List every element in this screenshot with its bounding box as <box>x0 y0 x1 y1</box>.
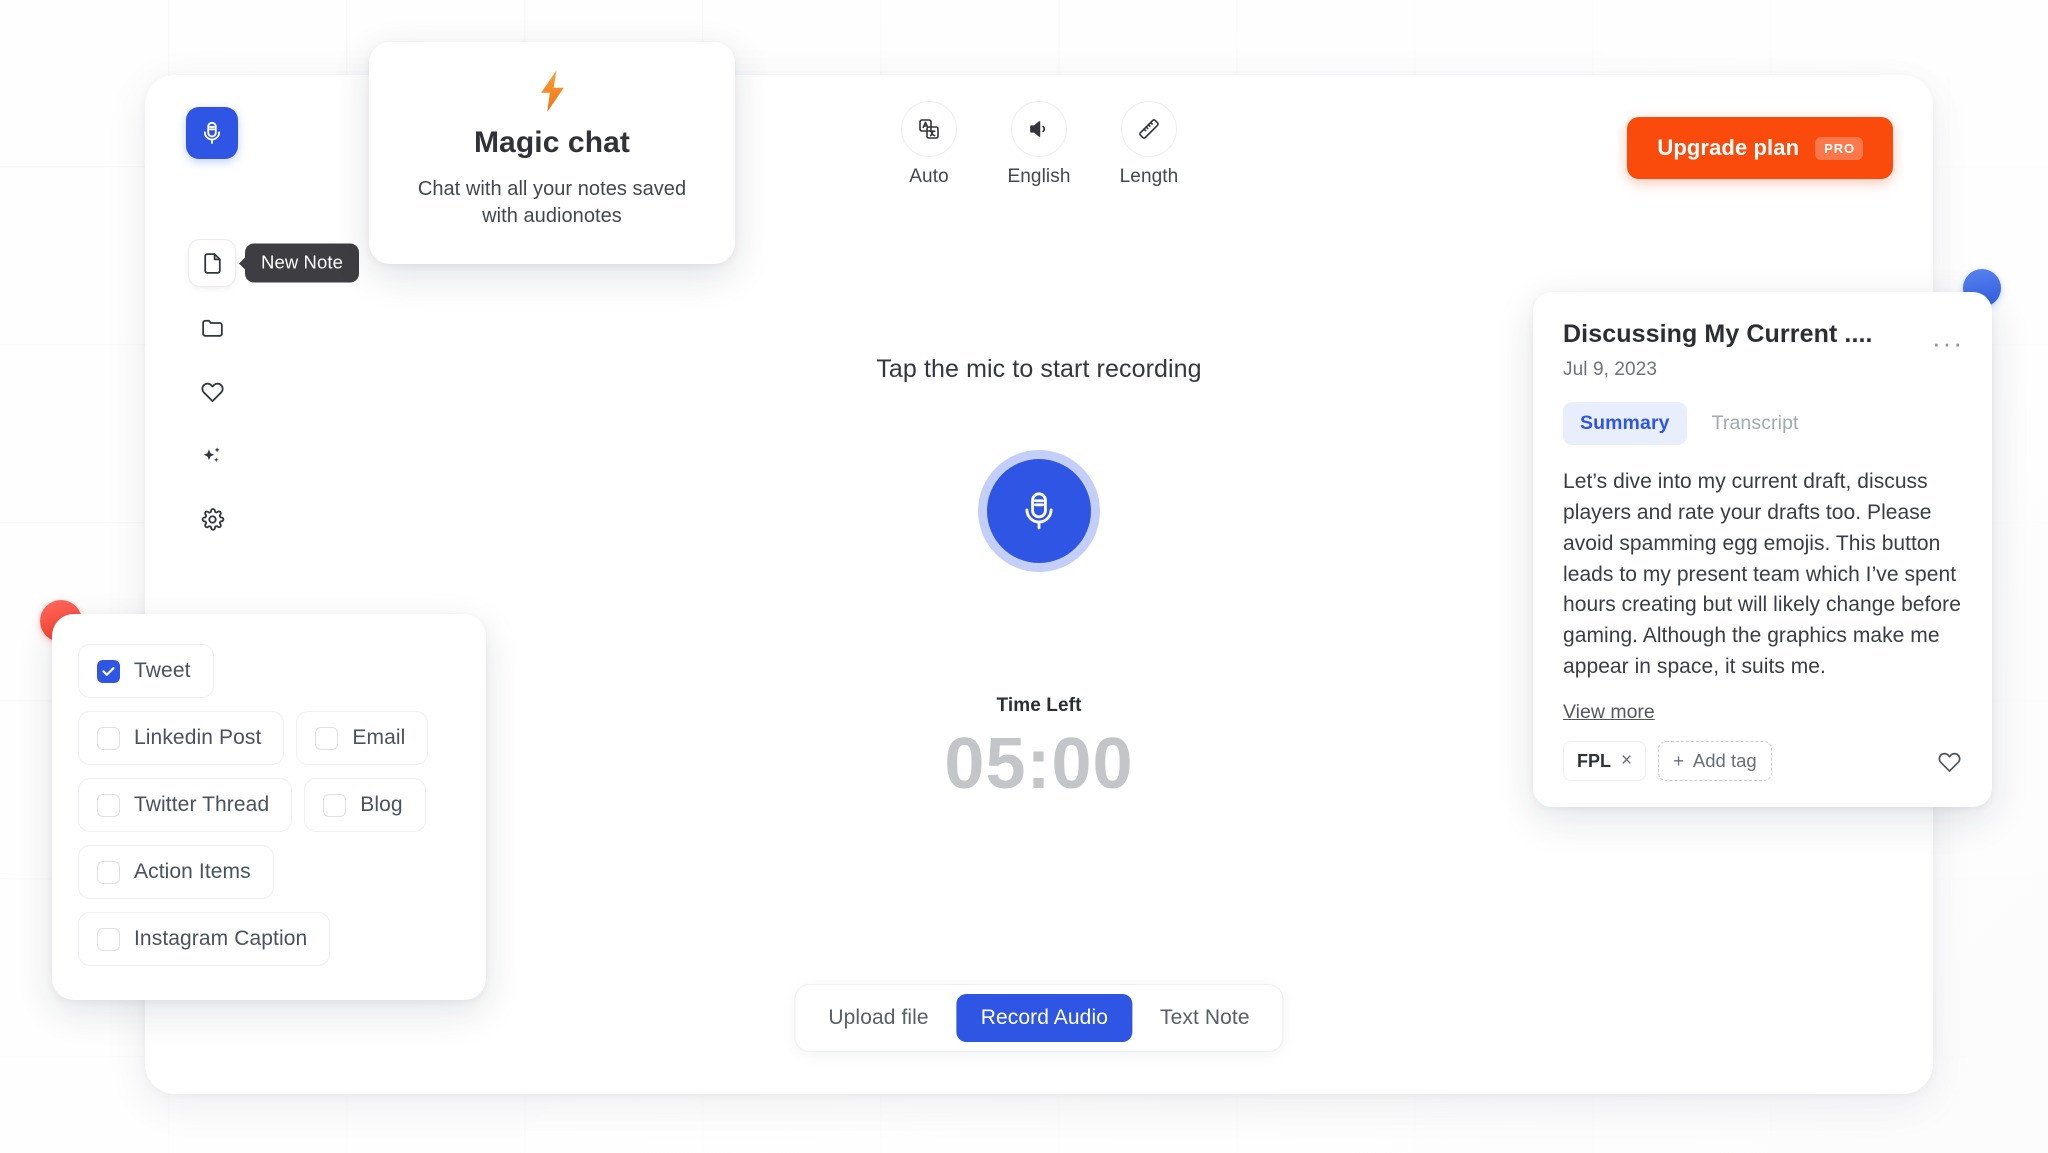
speaker-icon <box>1027 117 1051 141</box>
note-summary-text: Let’s dive into my current draft, discus… <box>1563 470 1961 679</box>
favorite-button[interactable] <box>1937 749 1962 774</box>
add-tag-button[interactable]: + Add tag <box>1658 741 1772 782</box>
format-row: Action Items <box>78 845 460 899</box>
upgrade-plan-label: Upgrade plan <box>1657 135 1800 160</box>
timer-value: 05:00 <box>944 724 1134 804</box>
format-option-blog[interactable]: Blog <box>304 778 426 832</box>
close-icon[interactable]: × <box>1621 750 1632 772</box>
checkbox-icon <box>315 726 339 750</box>
record-mic-button[interactable] <box>987 459 1091 563</box>
tool-length-label: Length <box>1119 166 1179 187</box>
tool-auto[interactable]: Auto <box>890 101 968 188</box>
translate-icon <box>917 117 941 141</box>
new-note-tooltip: New Note <box>245 243 360 283</box>
lightning-bolt-icon <box>403 68 701 114</box>
tag-label: FPL <box>1577 750 1611 771</box>
tool-english-circle <box>1011 101 1067 157</box>
microphone-icon <box>1017 489 1061 533</box>
tab-text-note[interactable]: Text Note <box>1136 994 1274 1042</box>
tool-english-label: English <box>1007 166 1071 187</box>
checkbox-icon <box>97 927 120 951</box>
format-option-label: Instagram Caption <box>134 927 308 950</box>
timer: Time Left 05:00 <box>944 695 1133 803</box>
format-option-label: Twitter Thread <box>134 793 270 816</box>
sidebar-item-magic[interactable] <box>188 431 236 479</box>
tag-chip[interactable]: FPL × <box>1563 741 1647 782</box>
magic-chat-title: Magic chat <box>473 126 631 159</box>
note-footer: FPL × + Add tag <box>1563 741 1962 782</box>
sidebar-nav: New Note <box>188 239 360 543</box>
format-option-label: Linkedin Post <box>134 726 262 749</box>
format-option-label: Action Items <box>134 860 251 883</box>
format-row: Linkedin Post Email <box>78 711 460 765</box>
magic-chat-popover: Magic chat Chat with all your notes save… <box>369 42 735 265</box>
tab-summary[interactable]: Summary <box>1563 402 1687 445</box>
toolbar-tools: Auto English Length <box>890 101 1188 188</box>
format-option-label: Email <box>352 726 406 749</box>
recorder-area: Tap the mic to start recording Time Left… <box>689 355 1389 803</box>
tool-english[interactable]: English <box>1000 101 1078 188</box>
note-date: Jul 9, 2023 <box>1563 359 1658 380</box>
sidebar-item-favorites[interactable] <box>188 367 236 415</box>
tool-auto-circle <box>901 101 957 157</box>
tab-transcript[interactable]: Transcript <box>1695 402 1816 445</box>
gear-icon <box>200 507 225 532</box>
note-header: Discussing My Current .... ··· Jul 9, 20… <box>1563 320 1962 381</box>
tool-length-circle <box>1121 101 1177 157</box>
heart-icon <box>200 379 225 404</box>
checkbox-icon <box>323 793 347 817</box>
format-option-tweet[interactable]: Tweet <box>78 644 214 698</box>
tab-upload-file[interactable]: Upload file <box>804 994 952 1042</box>
pro-badge: PRO <box>1815 136 1863 160</box>
format-option-twitter-thread[interactable]: Twitter Thread <box>78 778 293 832</box>
view-more-link[interactable]: View more <box>1563 701 1655 724</box>
sidebar-item-new-note[interactable]: New Note <box>188 239 360 287</box>
format-option-linkedin-post[interactable]: Linkedin Post <box>78 711 285 765</box>
folder-icon <box>200 315 225 340</box>
format-option-label: Tweet <box>134 659 191 682</box>
note-title: Discussing My Current .... <box>1563 320 1873 348</box>
input-mode-switcher: Upload file Record Audio Text Note <box>794 984 1284 1052</box>
tool-auto-label: Auto <box>909 166 949 187</box>
magic-chat-subtitle: Chat with all your notes saved with audi… <box>417 178 687 228</box>
format-row: Twitter Thread Blog <box>78 778 460 832</box>
more-options-icon[interactable]: ··· <box>1932 329 1964 356</box>
tab-record-audio[interactable]: Record Audio <box>956 994 1133 1042</box>
timer-label: Time Left <box>996 695 1082 716</box>
output-format-panel: Tweet Linkedin Post Email Twitter Thread… <box>52 614 486 1000</box>
ruler-icon <box>1137 117 1161 141</box>
document-icon <box>200 251 225 276</box>
upgrade-plan-button[interactable]: Upgrade plan PRO <box>1627 117 1893 179</box>
recording-hint: Tap the mic to start recording <box>876 355 1202 383</box>
note-card: Discussing My Current .... ··· Jul 9, 20… <box>1533 292 1992 808</box>
heart-icon <box>1937 749 1962 774</box>
checkbox-icon <box>97 726 120 750</box>
format-option-action-items[interactable]: Action Items <box>78 845 274 899</box>
tool-length[interactable]: Length <box>1110 101 1188 188</box>
format-option-email[interactable]: Email <box>296 711 429 765</box>
checkbox-icon <box>97 659 120 683</box>
sidebar-item-folders[interactable] <box>188 303 236 351</box>
checkbox-icon <box>97 860 120 884</box>
note-tabs: Summary Transcript <box>1563 402 1962 445</box>
checkbox-icon <box>97 793 120 817</box>
format-row: Tweet <box>78 644 460 698</box>
format-option-label: Blog <box>360 793 403 816</box>
plus-icon: + <box>1673 750 1684 772</box>
sidebar-item-settings[interactable] <box>188 495 236 543</box>
format-option-instagram-caption[interactable]: Instagram Caption <box>78 912 331 966</box>
add-tag-label: Add tag <box>1692 750 1757 772</box>
sparkles-icon <box>200 443 225 468</box>
format-row: Instagram Caption <box>78 912 460 966</box>
